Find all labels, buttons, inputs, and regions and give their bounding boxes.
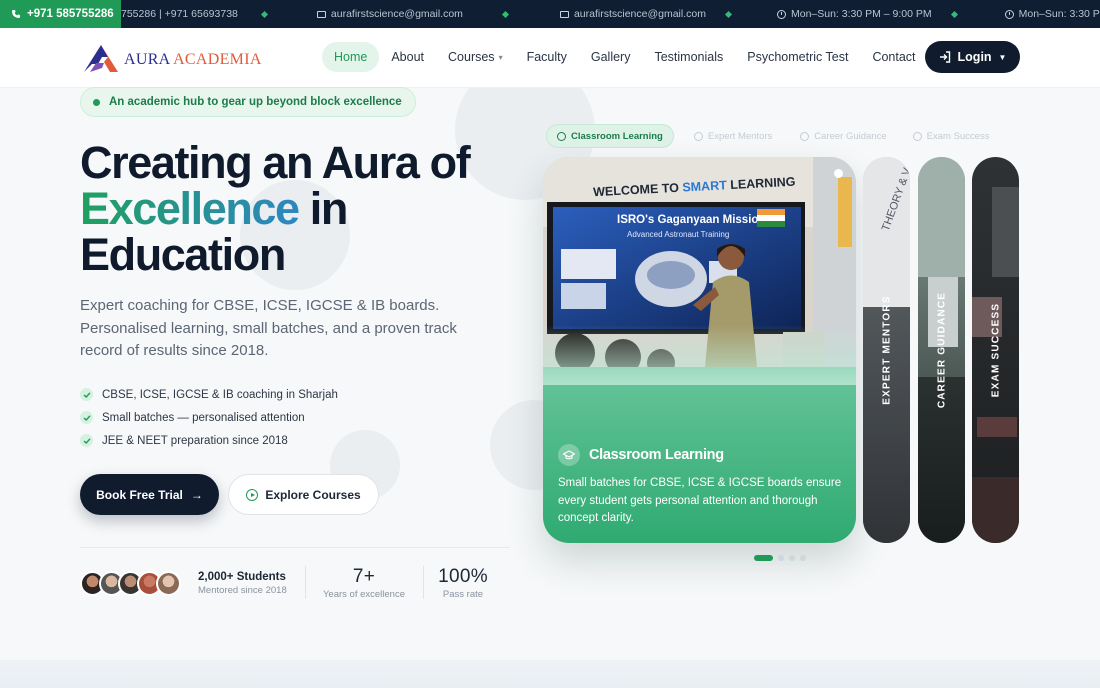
exam-success-card[interactable]: EXAM SUCCESS <box>972 157 1019 543</box>
tab-classroom-learning[interactable]: Classroom Learning <box>546 124 674 148</box>
photo-screen-subtitle: Advanced Astronaut Training <box>627 230 729 239</box>
hero-title-highlight: Excellence <box>80 183 300 234</box>
nav-item-contact[interactable]: Contact <box>860 42 927 72</box>
divider <box>80 547 510 548</box>
divider <box>423 566 424 599</box>
phone-icon <box>12 10 20 18</box>
showcase-tabs: Classroom Learning Expert Mentors Career… <box>546 124 999 148</box>
ticker-email[interactable]: aurafirstscience@gmail.com <box>316 8 463 20</box>
separator-icon <box>260 10 268 18</box>
tab-expert-mentors[interactable]: Expert Mentors <box>684 124 782 148</box>
clock-icon <box>776 9 786 19</box>
expert-mentors-card[interactable]: THEORY & V EXPERT MENTORS <box>863 157 910 543</box>
graduation-cap-icon <box>557 131 566 141</box>
carousel-pagination <box>754 555 806 561</box>
divider <box>305 566 306 599</box>
check-icon <box>80 434 93 447</box>
nav-item-testimonials[interactable]: Testimonials <box>642 42 735 72</box>
main-nav: AURA ACADEMIA Home About Courses ▾ Facult… <box>0 28 1100 88</box>
mail-icon <box>316 10 326 18</box>
chevron-down-icon: ▾ <box>498 52 503 62</box>
nav-item-about[interactable]: About <box>379 42 436 72</box>
brand-name: AURA ACADEMIA <box>124 51 262 68</box>
nav-item-faculty[interactable]: Faculty <box>515 42 579 72</box>
classroom-learning-card[interactable]: WELCOME TO SMART LEARNING ISRO's Gaganya… <box>543 157 856 543</box>
separator-icon <box>950 10 958 18</box>
hero-title: Creating an Aura of Excellence in Educat… <box>80 137 471 280</box>
card-title: Classroom Learning <box>558 444 724 466</box>
login-icon <box>939 51 950 63</box>
carousel-dot[interactable] <box>800 555 806 561</box>
info-ticker: 755286 | +971 65693738 aurafirstscience@… <box>121 0 1100 28</box>
nav-item-home[interactable]: Home <box>322 42 380 72</box>
star-icon <box>912 131 922 141</box>
card-indicator-dot <box>834 169 843 178</box>
hero-description: Expert coaching for CBSE, ICSE, IGCSE & … <box>80 297 457 359</box>
stat-students: 2,000+ Students Mentored since 2018 <box>198 571 287 596</box>
avatar <box>156 571 181 596</box>
stat-pass-rate: 100% Pass rate <box>438 566 488 600</box>
ticker-phone: 755286 | +971 65693738 <box>121 8 238 20</box>
users-icon <box>693 131 703 141</box>
separator-icon <box>724 10 733 18</box>
logo-mark-icon <box>84 45 118 72</box>
carousel-dot[interactable] <box>789 555 795 561</box>
ticker-email[interactable]: aurafirstscience@gmail.com <box>559 8 706 20</box>
card-vertical-label: EXPERT MENTORS <box>881 295 892 405</box>
brand-logo[interactable]: AURA ACADEMIA <box>82 42 262 74</box>
feature-item: CBSE, ICSE, IGCSE & IB coaching in Sharj… <box>80 383 338 406</box>
photo-screen-title: ISRO's Gaganyaan Mission: <box>617 214 769 226</box>
next-section-edge <box>0 660 1100 688</box>
student-avatars <box>80 571 181 596</box>
top-bar: +971 585755286 755286 | +971 65693738 au… <box>0 0 1100 28</box>
play-icon <box>246 488 259 501</box>
status-dot-icon <box>93 98 100 106</box>
career-guidance-card[interactable]: CAREER GUIDANCE <box>918 157 965 543</box>
nav-item-gallery[interactable]: Gallery <box>579 42 643 72</box>
photo-fade <box>543 325 856 385</box>
tab-career-guidance[interactable]: Career Guidance <box>790 124 896 148</box>
phone-link[interactable]: +971 585755286 <box>0 0 121 28</box>
phone-number: +971 585755286 <box>27 8 114 20</box>
arrow-right-icon: → <box>190 487 203 502</box>
nav-item-courses[interactable]: Courses ▾ <box>436 42 515 72</box>
feature-list: CBSE, ICSE, IGCSE & IB coaching in Sharj… <box>80 383 338 452</box>
compass-icon <box>800 131 810 141</box>
explore-courses-button[interactable]: Explore Courses <box>228 474 379 515</box>
nav-item-psychometric-test[interactable]: Psychometric Test <box>735 42 860 72</box>
separator-icon <box>501 10 509 18</box>
ticker-hours: Mon–Sun: 3:30 PM – 9:00 PM <box>776 8 932 20</box>
stat-years: 7+ Years of excellence <box>322 566 406 600</box>
card-description: Small batches for CBSE, ICSE & IGCSE boa… <box>558 477 842 524</box>
feature-item: JEE & NEET preparation since 2018 <box>80 429 338 452</box>
card-vertical-label: CAREER GUIDANCE <box>936 291 947 409</box>
carousel-dot[interactable] <box>778 555 784 561</box>
ticker-hours: Mon–Sun: 3:30 PM – 9:00 PM <box>1004 8 1100 20</box>
clock-icon <box>1004 9 1014 19</box>
tab-exam-success[interactable]: Exam Success <box>903 124 1000 148</box>
check-icon <box>80 411 93 424</box>
carousel-dot[interactable] <box>754 555 773 561</box>
nav-menu: Home About Courses ▾ Faculty Gallery Test… <box>322 42 928 72</box>
chevron-down-icon: ▼ <box>998 52 1007 62</box>
check-icon <box>80 388 93 401</box>
mail-icon <box>559 10 569 18</box>
graduation-cap-icon <box>558 444 580 466</box>
tagline-pill: An academic hub to gear up beyond block … <box>80 87 416 117</box>
card-vertical-label: EXAM SUCCESS <box>990 302 1001 398</box>
feature-item: Small batches — personalised attention <box>80 406 338 429</box>
book-free-trial-button[interactable]: Book Free Trial → <box>80 474 219 515</box>
login-button[interactable]: Login ▼ <box>925 41 1020 73</box>
